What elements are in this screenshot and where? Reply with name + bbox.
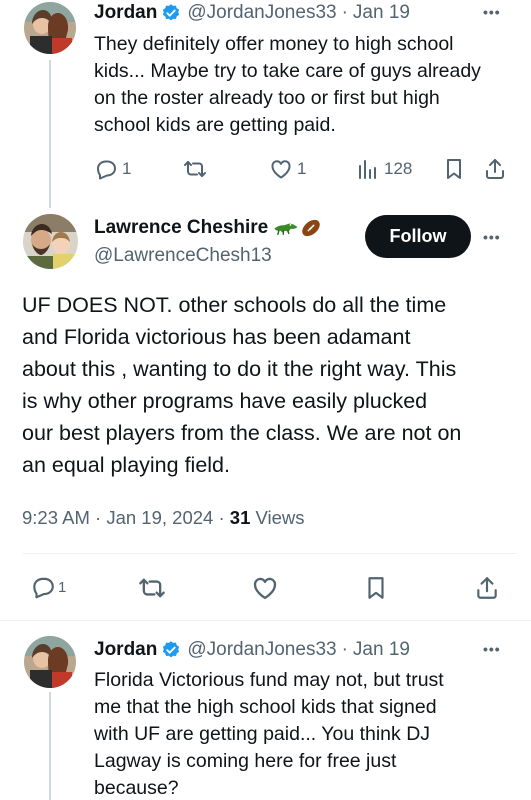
author-name[interactable]: Jordan: [94, 2, 157, 24]
thread-line-top: [49, 60, 51, 208]
author-name[interactable]: Jordan: [94, 639, 157, 661]
bookmark-button[interactable]: [442, 157, 466, 181]
verified-badge-icon: [163, 4, 180, 21]
dot-separator: ·: [95, 507, 102, 528]
text-line: an equal playing field.: [22, 453, 230, 477]
reply-count: 1: [122, 159, 132, 178]
reply2-text: Florida Victorious fund may not, but tru…: [94, 667, 514, 800]
football-emoji-icon: [302, 219, 321, 237]
views-button[interactable]: 128: [356, 157, 412, 181]
tweet-date[interactable]: Jan 19: [353, 2, 410, 24]
author-handle[interactable]: @LawrenceChesh13: [94, 245, 272, 267]
verified-badge-icon: [163, 641, 180, 658]
reply2-header: Jordan @JordanJones33 · Jan 19: [94, 639, 410, 661]
text-line: is why other programs have easily plucke…: [22, 389, 428, 413]
text-line: because?: [94, 777, 179, 799]
avatar-jordan[interactable]: [24, 2, 76, 54]
divider: [22, 553, 517, 554]
reply-button[interactable]: 1: [94, 157, 131, 181]
retweet-button[interactable]: [183, 157, 207, 181]
retweet-icon: [183, 157, 207, 181]
main-tweet-text: UF DOES NOT. other schools do all the ti…: [22, 289, 517, 481]
like-button[interactable]: 1: [269, 157, 306, 181]
views-label: Views: [255, 507, 305, 528]
reply-button[interactable]: 1: [30, 574, 66, 600]
bookmark-button[interactable]: [363, 574, 389, 602]
follow-button[interactable]: Follow: [365, 215, 471, 258]
like-count: 1: [297, 159, 307, 178]
share-icon: [474, 574, 500, 602]
gator-emoji-icon: [274, 223, 298, 236]
tweet-metadata: 9:23 AM · Jan 19, 2024 · 31 Views: [22, 507, 305, 529]
share-icon: [483, 157, 507, 181]
text-line: on the roster already too or first but h…: [94, 87, 440, 109]
tweet-time[interactable]: 9:23 AM: [22, 507, 90, 528]
bookmark-icon: [442, 157, 466, 181]
like-button[interactable]: [251, 574, 279, 602]
dot-separator: ·: [341, 2, 348, 23]
text-line: school kids are getting paid.: [94, 114, 336, 136]
more-options-icon[interactable]: •••: [483, 4, 501, 20]
views-count: 128: [384, 159, 413, 178]
author-handle[interactable]: @JordanJones33: [187, 2, 336, 24]
share-button[interactable]: [483, 157, 507, 181]
retweet-button[interactable]: [138, 574, 166, 602]
dot-separator: ·: [218, 507, 225, 528]
author-name[interactable]: Lawrence Cheshire: [94, 217, 268, 239]
tweet-date[interactable]: Jan 19: [353, 639, 410, 661]
text-line: about this , wanting to do it the right …: [22, 357, 457, 381]
main-header-handle-row: @LawrenceChesh13: [94, 245, 272, 267]
dot-separator: ·: [341, 639, 348, 660]
more-options-icon[interactable]: •••: [483, 641, 501, 657]
text-line: with UF are getting paid... You think DJ: [94, 723, 431, 745]
reply1-header: Jordan @JordanJones33 · Jan 19: [94, 2, 410, 24]
section-divider: [0, 620, 531, 621]
text-line: kids... Maybe try to take care of guys a…: [94, 60, 481, 82]
more-options-icon[interactable]: •••: [483, 229, 501, 245]
avatar-lawrence[interactable]: [23, 214, 78, 269]
text-line: Florida Victorious fund may not, but tru…: [94, 669, 444, 691]
views-icon: [356, 157, 380, 181]
heart-icon: [269, 157, 293, 181]
main-header-name-row: Lawrence Cheshire: [94, 217, 322, 239]
text-line: Lagway is coming here for free just: [94, 750, 397, 772]
text-line: our best players from the class. We are …: [22, 421, 462, 445]
share-button[interactable]: [474, 574, 500, 602]
text-line: They definitely offer money to high scho…: [94, 33, 454, 55]
text-line: and Florida victorious has been adamant: [22, 325, 411, 349]
tweet-full-date[interactable]: Jan 19, 2024: [106, 507, 213, 528]
reply-icon: [94, 157, 118, 181]
thread-line-reply: [49, 692, 51, 800]
author-handle[interactable]: @JordanJones33: [187, 639, 336, 661]
reply1-text: They definitely offer money to high scho…: [94, 31, 514, 139]
bookmark-icon: [363, 574, 389, 602]
text-line: UF DOES NOT. other schools do all the ti…: [22, 293, 447, 317]
retweet-icon: [138, 574, 166, 602]
reply-icon: [30, 574, 56, 600]
avatar-jordan[interactable]: [24, 636, 76, 688]
heart-icon: [251, 574, 279, 602]
reply-count: 1: [58, 578, 67, 596]
text-line: me that the high school kids that signed: [94, 696, 437, 718]
views-count[interactable]: 31: [230, 507, 251, 528]
